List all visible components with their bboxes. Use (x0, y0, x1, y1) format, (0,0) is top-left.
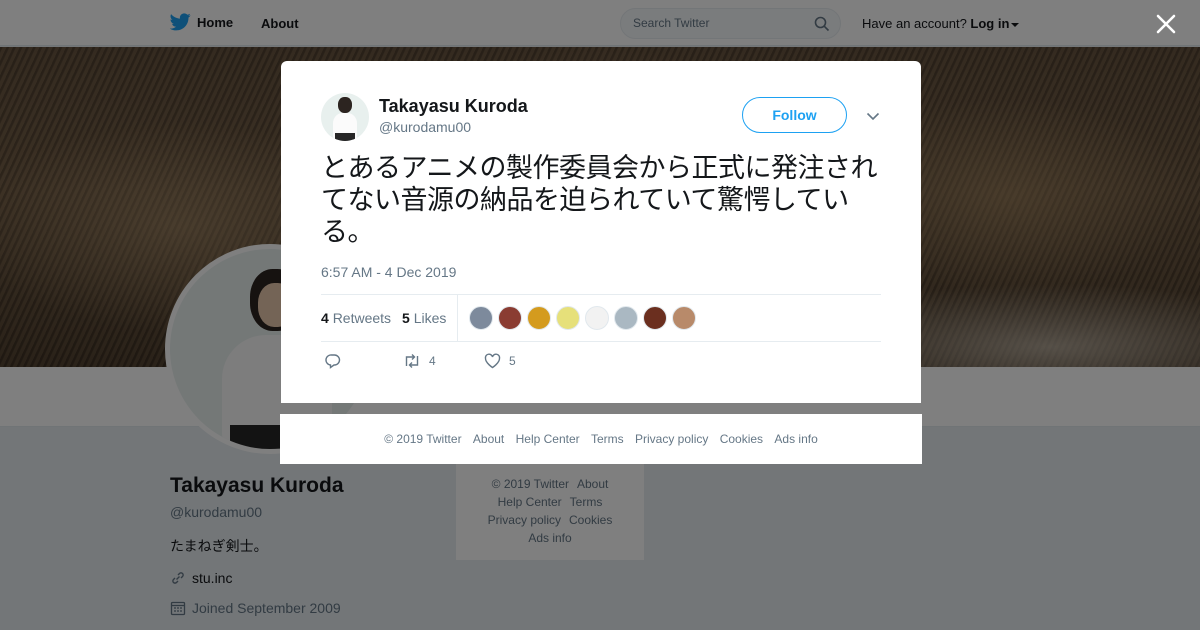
tweet-actions: 4 5 (321, 353, 621, 373)
reply-button[interactable] (325, 353, 349, 369)
chevron-down-icon[interactable] (866, 111, 880, 121)
liker-avatar[interactable] (498, 306, 522, 330)
tweet-text: とあるアニメの製作委員会から正式に発注されてない音源の納品を迫られていて驚愕して… (321, 153, 877, 248)
like-button[interactable]: 5 (484, 353, 516, 369)
tweet-timestamp[interactable]: 6:57 AM - 4 Dec 2019 (321, 264, 456, 280)
like-action-count: 5 (509, 354, 516, 368)
liker-avatar[interactable] (556, 306, 580, 330)
stats-divider (457, 295, 458, 341)
tweet-modal: Takayasu Kuroda @kurodamu00 Follow とあるアニ… (281, 61, 921, 403)
like-count: 5 (402, 310, 410, 326)
retweet-label: Retweets (332, 310, 392, 326)
footer-link-privacy[interactable]: Privacy policy (635, 432, 708, 446)
tweet-author-handle[interactable]: @kurodamu00 (379, 119, 471, 135)
like-label: Likes (413, 310, 447, 326)
liker-avatars (469, 306, 696, 330)
liker-avatar[interactable] (672, 306, 696, 330)
footer-link-help[interactable]: Help Center (516, 432, 580, 446)
retweet-stat[interactable]: 4 Retweets (321, 310, 391, 326)
retweet-count: 4 (321, 310, 329, 326)
liker-avatar[interactable] (585, 306, 609, 330)
modal-footer: © 2019 Twitter About Help Center Terms P… (280, 414, 922, 464)
liker-avatar[interactable] (469, 306, 493, 330)
tweet-stats: 4 Retweets 5 Likes (321, 294, 881, 342)
like-stat[interactable]: 5 Likes (402, 310, 446, 326)
liker-avatar[interactable] (614, 306, 638, 330)
retweet-icon (405, 354, 419, 368)
close-icon[interactable] (1153, 11, 1179, 37)
reply-icon (325, 354, 341, 369)
footer-link-terms[interactable]: Terms (591, 432, 624, 446)
follow-button[interactable]: Follow (742, 97, 847, 133)
footer-copyright: © 2019 Twitter (384, 432, 462, 446)
footer-link-ads[interactable]: Ads info (774, 432, 817, 446)
liker-avatar[interactable] (527, 306, 551, 330)
footer-link-about[interactable]: About (473, 432, 504, 446)
tweet-author-name[interactable]: Takayasu Kuroda (379, 96, 528, 117)
heart-icon (484, 353, 501, 369)
footer-link-cookies[interactable]: Cookies (720, 432, 763, 446)
avatar[interactable] (321, 93, 369, 141)
liker-avatar[interactable] (643, 306, 667, 330)
retweet-action-count: 4 (429, 354, 436, 368)
retweet-button[interactable]: 4 (403, 353, 436, 369)
